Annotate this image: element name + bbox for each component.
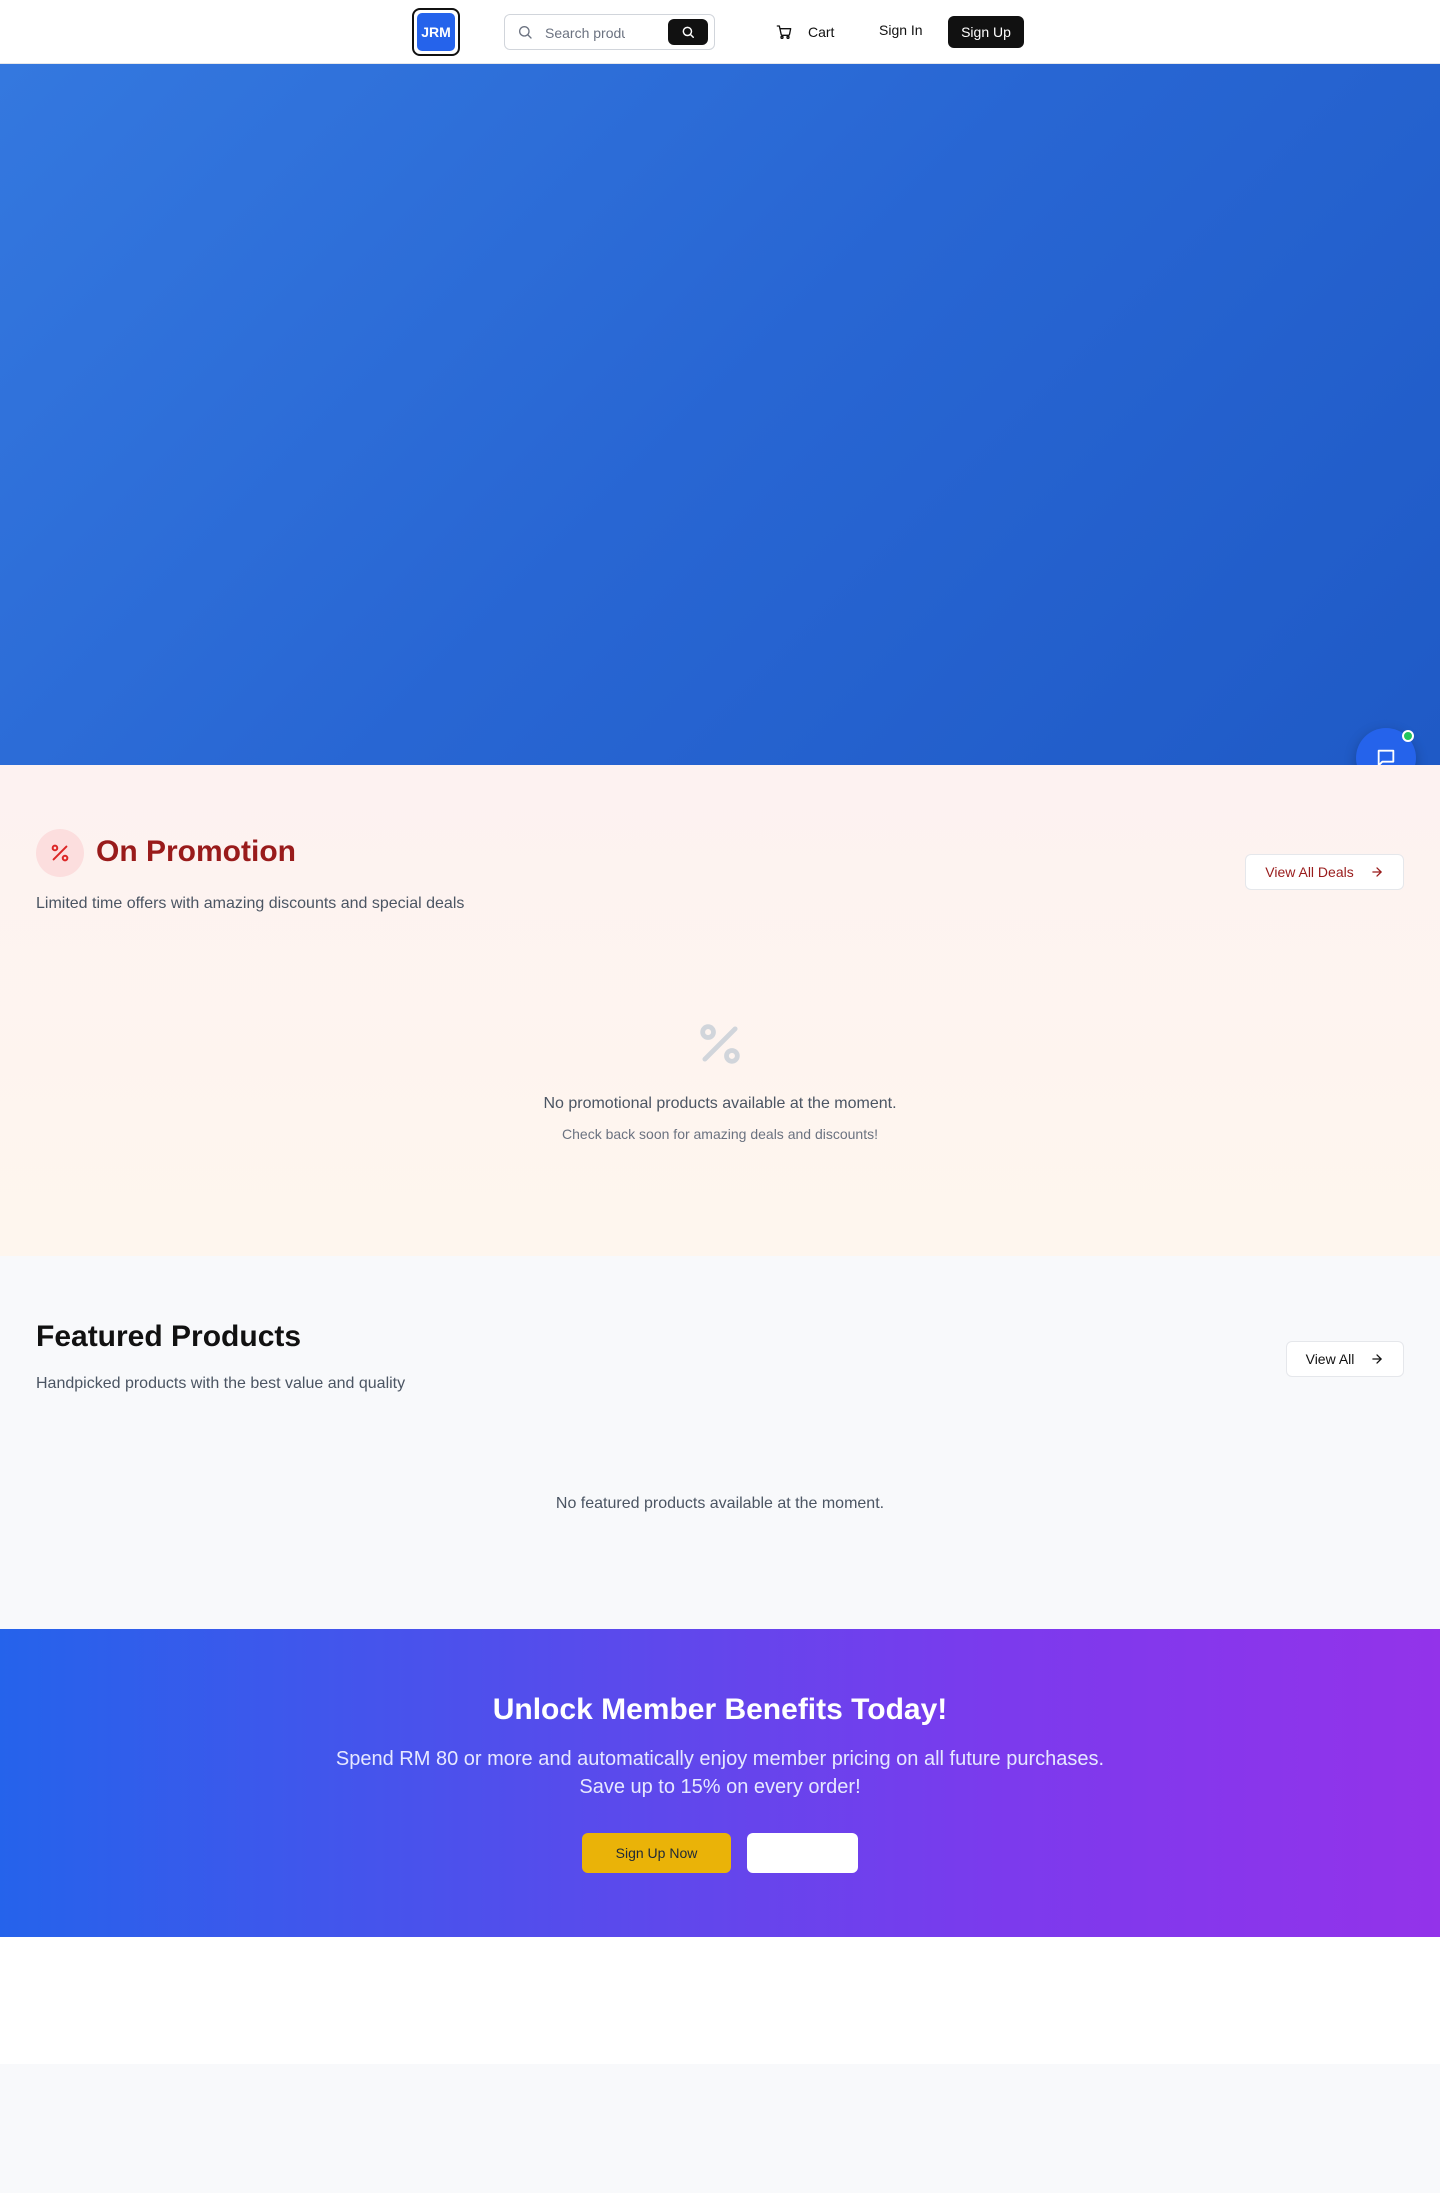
search-input[interactable] <box>545 23 625 43</box>
member-title: Unlock Member Benefits Today! <box>492 1693 948 1726</box>
featured-subtitle: Handpicked products with the best value … <box>36 1375 406 1392</box>
promotion-empty-hint: Check back soon for amazing deals and di… <box>562 1126 878 1142</box>
featured-empty-message: No featured products available at the mo… <box>555 1495 885 1512</box>
sign-in-link[interactable]: Sign In <box>879 22 923 38</box>
promotion-title: On Promotion <box>96 835 296 868</box>
search-button[interactable] <box>668 19 708 45</box>
view-all-deals-button[interactable]: View All Deals <box>1245 854 1404 890</box>
search-bar <box>504 14 715 50</box>
member-benefits-banner: Unlock Member Benefits Today! Spend RM 8… <box>0 1629 1440 1937</box>
footer <box>0 2064 1440 2193</box>
member-line-2: Save up to 15% on every order! <box>579 1776 861 1798</box>
sign-up-button[interactable]: Sign Up <box>948 16 1024 48</box>
percent-icon <box>51 844 69 862</box>
view-all-button[interactable]: View All <box>1286 1341 1404 1377</box>
promotion-badge <box>36 829 84 877</box>
promotion-empty-message: No promotional products available at the… <box>543 1095 897 1112</box>
sign-up-now-button[interactable]: Sign Up Now <box>582 1833 731 1873</box>
promotion-subtitle: Limited time offers with amazing discoun… <box>36 895 465 912</box>
member-line-1: Spend RM 80 or more and automatically en… <box>335 1748 1105 1770</box>
cart-label: Cart <box>808 24 835 40</box>
view-all-label: View All <box>1305 1351 1355 1367</box>
arrow-right-icon <box>1372 1354 1383 1364</box>
featured-section: Featured Products Handpicked products wi… <box>0 1256 1440 1629</box>
hero-banner <box>0 64 1440 765</box>
featured-title: Featured Products <box>36 1320 302 1353</box>
logo-link[interactable]: JRM <box>412 8 460 56</box>
online-status-dot <box>1402 730 1414 742</box>
learn-more-button[interactable] <box>747 1833 858 1873</box>
search-icon <box>519 26 532 39</box>
logo: JRM <box>417 13 455 51</box>
member-description: Spend RM 80 or more and automatically en… <box>0 1745 1440 1801</box>
percent-icon <box>700 1024 740 1064</box>
site-header: JRM Cart Sign In Sign Up <box>0 0 1440 64</box>
search-icon <box>682 26 694 38</box>
cart-icon <box>776 25 792 39</box>
view-all-deals-label: View All Deals <box>1265 864 1354 880</box>
cart-link[interactable]: Cart <box>776 20 834 44</box>
arrow-right-icon <box>1371 867 1382 877</box>
promotion-section: On Promotion Limited time offers with am… <box>0 765 1440 1256</box>
